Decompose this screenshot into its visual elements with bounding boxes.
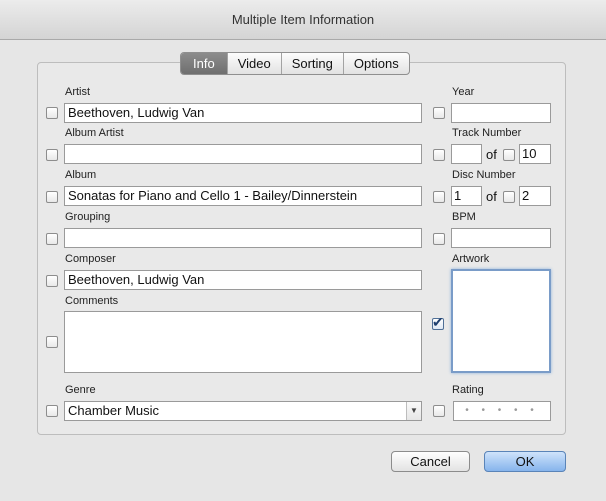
disc-of-label: of (486, 189, 497, 204)
tab-video[interactable]: Video (226, 53, 281, 74)
year-checkbox[interactable] (433, 107, 445, 119)
composer-label: Composer (65, 253, 116, 265)
track-total-field[interactable]: 10 (519, 144, 551, 164)
grouping-field[interactable] (64, 228, 422, 248)
disc-number-field[interactable]: 1 (451, 186, 482, 206)
album-artist-label: Album Artist (65, 127, 124, 139)
tab-sorting[interactable]: Sorting (280, 53, 343, 74)
track-number-label: Track Number (452, 127, 522, 139)
disc-number-label: Disc Number (452, 169, 516, 181)
disc-number-checkbox[interactable] (433, 191, 445, 203)
chevron-down-icon[interactable]: ▼ (406, 402, 421, 420)
genre-label: Genre (65, 384, 96, 396)
track-number-field[interactable] (451, 144, 482, 164)
grouping-checkbox[interactable] (46, 233, 58, 245)
comments-field[interactable] (64, 311, 422, 373)
album-checkbox[interactable] (46, 191, 58, 203)
album-field[interactable]: Sonatas for Piano and Cello 1 - Bailey/D… (64, 186, 422, 206)
window-title: Multiple Item Information (231, 12, 375, 27)
track-total-checkbox[interactable] (503, 149, 515, 161)
rating-label: Rating (452, 384, 484, 396)
artist-checkbox[interactable] (46, 107, 58, 119)
ok-button[interactable]: OK (484, 451, 566, 472)
bpm-checkbox[interactable] (433, 233, 445, 245)
genre-select[interactable]: Chamber Music ▼ (64, 401, 422, 421)
artwork-checkbox[interactable]: ✔ (432, 314, 444, 330)
artwork-well[interactable] (451, 269, 551, 373)
year-field[interactable] (451, 103, 551, 123)
artwork-label: Artwork (452, 253, 490, 265)
album-artist-field[interactable] (64, 144, 422, 164)
tab-options[interactable]: Options (342, 53, 409, 74)
bpm-field[interactable] (451, 228, 551, 248)
composer-checkbox[interactable] (46, 275, 58, 287)
grouping-label: Grouping (65, 211, 111, 223)
comments-label: Comments (65, 295, 119, 307)
title-bar: Multiple Item Information (0, 0, 606, 40)
rating-stars[interactable]: • • • • • (453, 401, 551, 421)
album-artist-checkbox[interactable] (46, 149, 58, 161)
genre-value: Chamber Music (68, 403, 160, 418)
genre-checkbox[interactable] (46, 405, 58, 417)
checkmark-icon: ✔ (432, 314, 444, 330)
cancel-button[interactable]: Cancel (391, 451, 470, 472)
composer-field[interactable]: Beethoven, Ludwig Van (64, 270, 422, 290)
disc-total-field[interactable]: 2 (519, 186, 551, 206)
album-label: Album (65, 169, 97, 181)
bpm-label: BPM (452, 211, 476, 223)
disc-total-checkbox[interactable] (503, 191, 515, 203)
year-label: Year (452, 86, 475, 98)
comments-checkbox[interactable] (46, 336, 58, 348)
track-of-label: of (486, 147, 497, 162)
tab-bar: Info Video Sorting Options (180, 52, 410, 75)
artist-field[interactable]: Beethoven, Ludwig Van (64, 103, 422, 123)
tab-info[interactable]: Info (181, 53, 227, 74)
rating-checkbox[interactable] (433, 405, 445, 417)
artist-label: Artist (65, 86, 91, 98)
track-number-checkbox[interactable] (433, 149, 445, 161)
